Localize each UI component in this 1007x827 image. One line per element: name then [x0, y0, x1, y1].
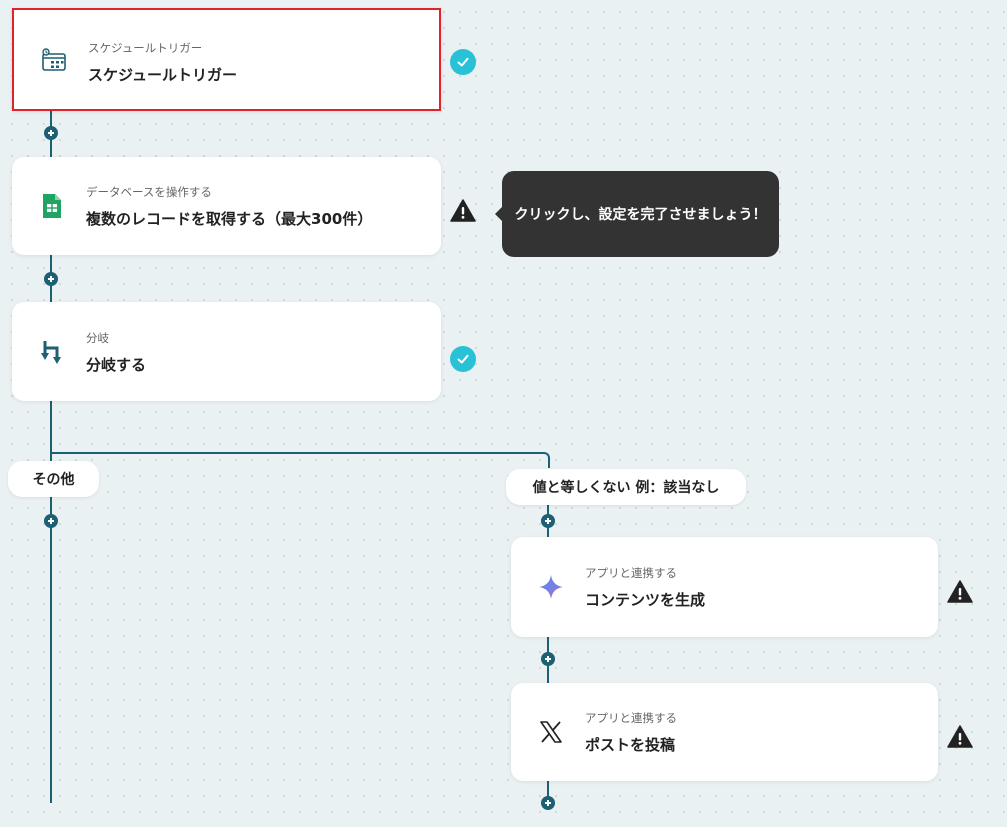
post-node[interactable]: アプリと連携する ポストを投稿: [511, 683, 938, 781]
node-subtitle: スケジュールトリガー: [88, 41, 203, 55]
check-circle-icon: [450, 49, 476, 75]
warning-triangle-icon: [450, 198, 476, 224]
check-circle-icon: [450, 346, 476, 372]
database-node[interactable]: データベースを操作する 複数のレコードを取得する（最大300件）: [12, 157, 441, 255]
branch-icon: [38, 338, 66, 366]
branch-connector-corner: [540, 452, 550, 468]
gemini-sparkle-icon: [537, 573, 565, 601]
calendar-clock-icon: [40, 46, 68, 74]
tooltip-text: クリックし、設定を完了させましょう！: [514, 207, 767, 223]
branch-connector-line: [51, 452, 543, 454]
x-logo-icon: [537, 718, 565, 746]
node-title: コンテンツを生成: [585, 591, 706, 609]
add-step-button[interactable]: [44, 126, 58, 140]
warning-triangle-icon: [947, 579, 973, 605]
node-subtitle: アプリと連携する: [585, 711, 677, 725]
branch-label-other[interactable]: その他: [8, 461, 99, 497]
node-subtitle: データベースを操作する: [86, 185, 212, 199]
node-title: スケジュールトリガー: [88, 66, 237, 84]
node-subtitle: 分岐: [86, 331, 109, 345]
node-title: ポストを投稿: [585, 736, 676, 754]
add-step-button[interactable]: [541, 514, 555, 528]
add-step-button[interactable]: [541, 796, 555, 810]
add-step-button[interactable]: [541, 652, 555, 666]
add-step-button[interactable]: [44, 272, 58, 286]
google-sheets-icon: [38, 192, 66, 220]
branch-label-text: その他: [32, 472, 75, 488]
node-title: 複数のレコードを取得する（最大300件）: [86, 210, 373, 228]
schedule-trigger-node[interactable]: スケジュールトリガー スケジュールトリガー: [12, 8, 441, 111]
node-title: 分岐する: [86, 356, 147, 374]
generate-content-node[interactable]: アプリと連携する コンテンツを生成: [511, 537, 938, 637]
node-subtitle: アプリと連携する: [585, 566, 677, 580]
add-step-button[interactable]: [44, 514, 58, 528]
warning-triangle-icon: [947, 724, 973, 750]
branch-label-text: 値と等しくない 例：該当なし: [532, 480, 720, 496]
setup-tooltip: クリックし、設定を完了させましょう！: [502, 171, 779, 257]
branch-node[interactable]: 分岐 分岐する: [12, 302, 441, 401]
branch-label-condition[interactable]: 値と等しくない 例：該当なし: [506, 469, 746, 505]
